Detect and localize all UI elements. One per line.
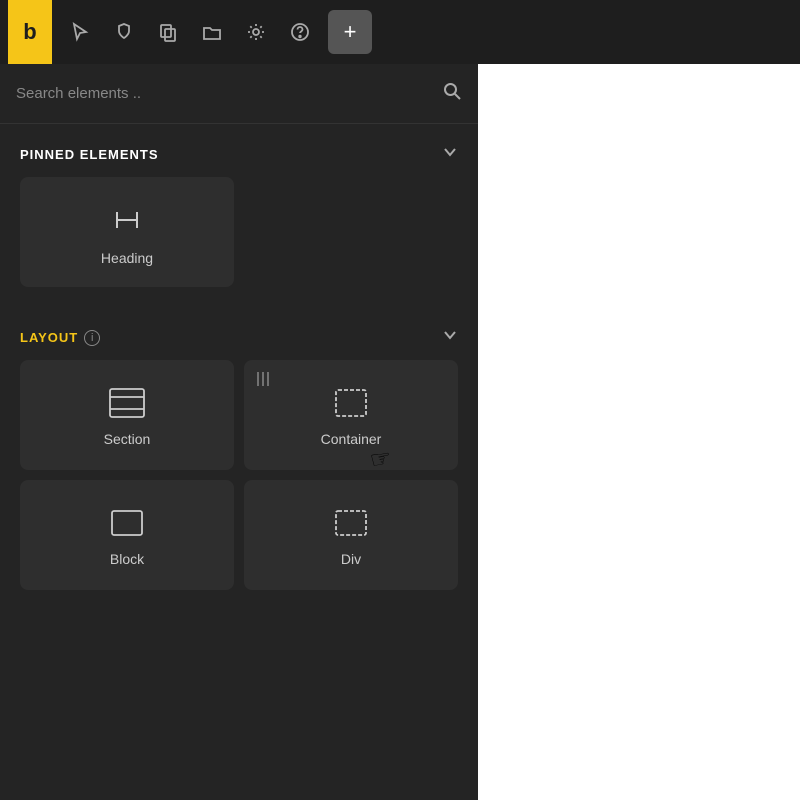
heading-label: Heading	[101, 250, 153, 266]
block-label: Block	[110, 551, 144, 567]
logo[interactable]: b	[8, 0, 52, 64]
element-card-section[interactable]: Section	[20, 360, 234, 470]
pinned-elements-chevron[interactable]	[442, 144, 458, 165]
settings-tool-button[interactable]	[236, 12, 276, 52]
container-columns-icon	[254, 370, 272, 393]
cursor-tool-button[interactable]	[60, 12, 100, 52]
div-icon	[332, 507, 370, 539]
help-tool-button[interactable]	[280, 12, 320, 52]
toolbar: b +	[0, 0, 800, 64]
folder-tool-button[interactable]	[192, 12, 232, 52]
search-icon[interactable]	[442, 81, 462, 106]
pinned-elements-header: PINNED ELEMENTS	[0, 124, 478, 177]
search-input[interactable]	[16, 85, 442, 102]
layout-elements-grid: Section Container	[0, 360, 478, 610]
shield-tool-button[interactable]	[104, 12, 144, 52]
element-card-heading[interactable]: Heading	[20, 177, 234, 287]
canvas-area	[478, 64, 800, 800]
pinned-elements-title: PINNED ELEMENTS	[20, 147, 159, 162]
block-icon	[108, 507, 146, 539]
layout-chevron[interactable]	[442, 327, 458, 348]
layout-info-icon[interactable]: i	[84, 330, 100, 346]
layout-title: LAYOUT	[20, 330, 78, 345]
pinned-elements-grid: Heading	[0, 177, 478, 307]
container-icon	[332, 387, 370, 419]
container-label: Container	[321, 431, 382, 447]
layout-section-header: LAYOUT i	[0, 307, 478, 360]
section-label: Section	[104, 431, 151, 447]
search-bar	[0, 64, 478, 124]
element-card-container[interactable]: Container	[244, 360, 458, 470]
element-card-block[interactable]: Block	[20, 480, 234, 590]
section-icon	[108, 387, 146, 419]
layers-tool-button[interactable]	[148, 12, 188, 52]
heading-icon	[109, 202, 145, 238]
div-label: Div	[341, 551, 361, 567]
layout-title-group: LAYOUT i	[20, 330, 100, 346]
left-panel: PINNED ELEMENTS Heading LAYOUT i	[0, 64, 478, 800]
add-button[interactable]: +	[328, 10, 372, 54]
element-card-div[interactable]: Div	[244, 480, 458, 590]
